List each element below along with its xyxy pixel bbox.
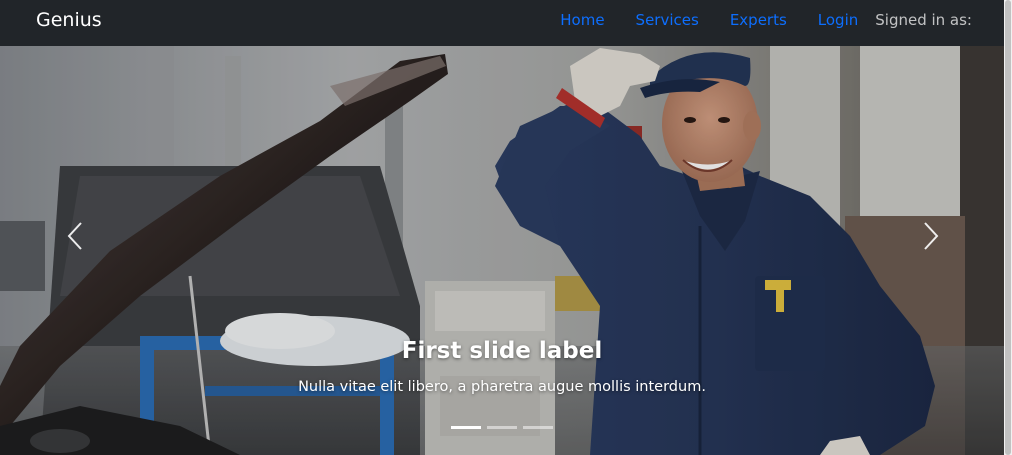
carousel-indicator-1[interactable] <box>451 426 481 429</box>
page-scrollbar[interactable] <box>1004 0 1012 455</box>
signed-in-text: Signed in as: <box>875 11 972 29</box>
hero-carousel: First slide label Nulla vitae elit liber… <box>0 46 1004 455</box>
chevron-right-icon <box>924 222 939 250</box>
carousel-indicators <box>0 426 1004 429</box>
nav-link-services[interactable]: Services <box>636 10 699 30</box>
brand-logo[interactable]: Genius <box>36 8 102 32</box>
carousel-indicator-3[interactable] <box>523 426 553 429</box>
page: Genius Home Services Experts Login Signe… <box>0 0 1012 455</box>
nav-link-home[interactable]: Home <box>560 10 604 30</box>
nav-link-login[interactable]: Login <box>818 10 858 30</box>
navbar: Genius Home Services Experts Login Signe… <box>0 0 1004 46</box>
scrollbar-thumb[interactable] <box>1005 0 1011 455</box>
slide-caption-text: Nulla vitae elit libero, a pharetra augu… <box>298 379 706 395</box>
carousel-next-button[interactable] <box>916 216 946 256</box>
slide-caption-title: First slide label <box>401 338 603 364</box>
chevron-left-icon <box>67 222 82 250</box>
carousel-prev-button[interactable] <box>60 216 90 256</box>
carousel-indicator-2[interactable] <box>487 426 517 429</box>
slide-caption: First slide label Nulla vitae elit liber… <box>0 335 1004 398</box>
nav-link-experts[interactable]: Experts <box>730 10 787 30</box>
nav-links: Home Services Experts Login Signed in as… <box>560 10 972 30</box>
